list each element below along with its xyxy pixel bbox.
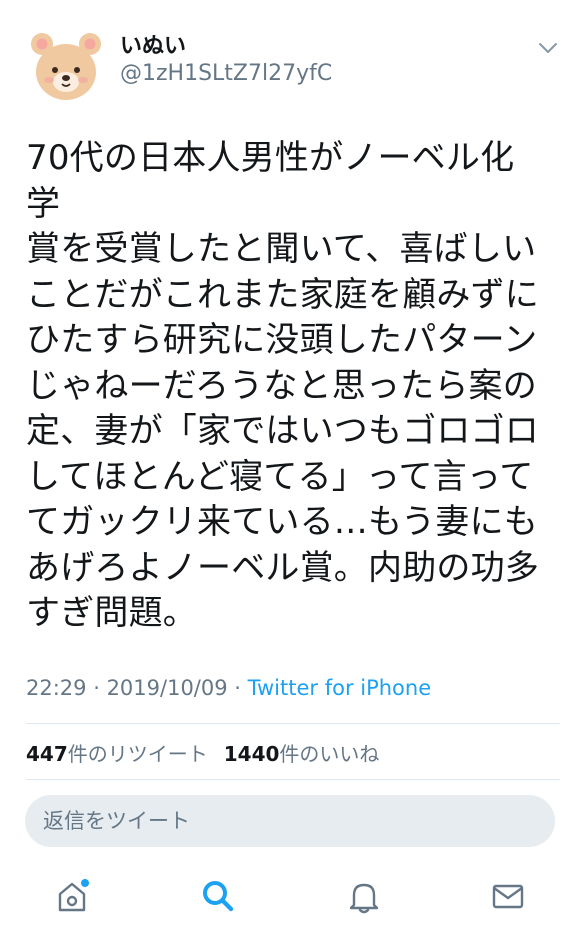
tweet-meta: 22:29 · 2019/10/09 · Twitter for iPhone (26, 674, 431, 702)
tweet-stats: 447件のリツイート 1440件のいいね (26, 740, 379, 768)
notification-dot (81, 879, 89, 887)
tweet-menu-button[interactable] (536, 38, 560, 58)
meta-separator: · (86, 676, 107, 700)
tweet-source-link[interactable]: Twitter for iPhone (248, 676, 432, 700)
bear-avatar-icon (24, 24, 108, 108)
user-handle[interactable]: @1zH1SLtZ7l27yfC (120, 60, 332, 88)
retweet-count: 447 (26, 742, 68, 766)
bell-icon (349, 883, 379, 914)
tab-messages[interactable] (488, 876, 528, 916)
tab-home[interactable] (52, 876, 92, 916)
like-count-link[interactable]: 1440件のいいね (224, 742, 380, 766)
display-name[interactable]: いぬい (120, 34, 186, 60)
tab-search[interactable] (198, 876, 238, 916)
tab-notifications[interactable] (344, 876, 384, 916)
retweet-count-link[interactable]: 447件のリツイート (26, 742, 208, 766)
divider (26, 723, 560, 724)
retweet-label: 件のリツイート (67, 742, 208, 766)
tweet-date: 2019/10/09 (106, 676, 228, 700)
avatar[interactable] (24, 24, 108, 108)
chevron-down-icon (539, 43, 557, 53)
home-icon (58, 879, 89, 912)
divider (26, 779, 560, 780)
like-count: 1440 (223, 742, 280, 766)
tweet-time: 22:29 (26, 676, 87, 700)
mail-icon (492, 884, 524, 909)
search-icon (203, 881, 234, 912)
meta-separator: · (227, 676, 248, 700)
like-label: 件のいいね (279, 742, 380, 766)
tweet-text: 70代の日本人男性がノーベル化学 賞を受賞したと聞いて、喜ばしい ことだがこれま… (26, 138, 539, 633)
reply-input[interactable]: 返信をツイート (25, 795, 555, 847)
